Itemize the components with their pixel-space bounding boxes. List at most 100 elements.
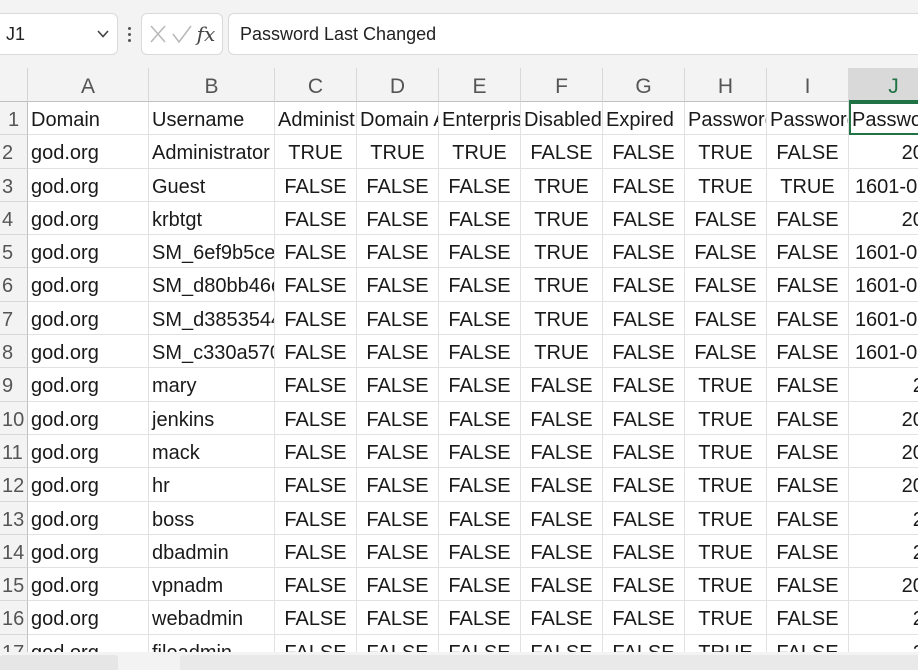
cell-a9[interactable]: god.org	[28, 368, 149, 402]
row-header[interactable]: 16	[0, 601, 28, 635]
sheet-tab-area[interactable]	[0, 655, 118, 670]
cell-c12[interactable]: FALSE	[275, 468, 357, 502]
cell-g14[interactable]: FALSE	[603, 534, 685, 569]
column-header-g[interactable]: G	[603, 68, 685, 102]
cell-b17[interactable]: fileadmin	[149, 634, 275, 652]
cell-c6[interactable]: FALSE	[275, 268, 357, 302]
row-header[interactable]: 13	[0, 501, 28, 535]
cell-h7[interactable]: FALSE	[685, 301, 767, 336]
cell-f3[interactable]: TRUE	[521, 168, 603, 202]
row-header[interactable]: 12	[0, 468, 28, 502]
cell-e15[interactable]: FALSE	[439, 568, 521, 602]
cell-e6[interactable]: FALSE	[439, 268, 521, 302]
cell-b5[interactable]: SM_6ef9b5ce414	[149, 235, 275, 269]
cell-j14[interactable]: 20	[849, 535, 918, 569]
cell-c2[interactable]: TRUE	[275, 135, 357, 169]
cell-e12[interactable]: FALSE	[439, 468, 521, 502]
cell-g16[interactable]: FALSE	[603, 601, 685, 635]
cell-a2[interactable]: god.org	[28, 135, 149, 169]
cell-f12[interactable]: FALSE	[521, 468, 603, 502]
cell-d14[interactable]: FALSE	[357, 534, 439, 569]
select-all-corner[interactable]	[0, 68, 28, 102]
cell-f9[interactable]: FALSE	[521, 368, 603, 402]
cell-c4[interactable]: FALSE	[275, 201, 357, 236]
cell-a7[interactable]: god.org	[28, 301, 149, 336]
cell-c13[interactable]: FALSE	[275, 501, 357, 535]
cell-e4[interactable]: FALSE	[439, 201, 521, 236]
cell-i3[interactable]: TRUE	[767, 168, 849, 202]
cell-g8[interactable]: FALSE	[603, 335, 685, 369]
column-header-a[interactable]: A	[28, 68, 149, 102]
cell-b14[interactable]: dbadmin	[149, 534, 275, 569]
row-header[interactable]: 8	[0, 335, 28, 369]
row-header[interactable]: 3	[0, 168, 28, 202]
cell-h3[interactable]: TRUE	[685, 168, 767, 202]
cell-f10[interactable]: FALSE	[521, 401, 603, 435]
checkmark-icon[interactable]	[170, 14, 194, 54]
cell-b3[interactable]: Guest	[149, 168, 275, 202]
cell-h17[interactable]: TRUE	[685, 634, 767, 652]
cell-j17[interactable]: 20	[849, 635, 918, 652]
cell-c7[interactable]: FALSE	[275, 301, 357, 336]
row-header[interactable]: 14	[0, 534, 28, 569]
cell-b12[interactable]: hr	[149, 468, 275, 502]
cell-c9[interactable]: FALSE	[275, 368, 357, 402]
cell-d4[interactable]: FALSE	[357, 201, 439, 236]
cell-c8[interactable]: FALSE	[275, 335, 357, 369]
cell-g13[interactable]: FALSE	[603, 501, 685, 535]
cell-b6[interactable]: SM_d80bb46e75	[149, 268, 275, 302]
cell-f5[interactable]: TRUE	[521, 235, 603, 269]
cell-j7[interactable]: 1601-01-	[849, 302, 918, 336]
cell-h9[interactable]: TRUE	[685, 368, 767, 402]
cell-i15[interactable]: FALSE	[767, 568, 849, 602]
cell-c14[interactable]: FALSE	[275, 534, 357, 569]
cell-c16[interactable]: FALSE	[275, 601, 357, 635]
row-header[interactable]: 17	[0, 634, 28, 652]
cell-i5[interactable]: FALSE	[767, 235, 849, 269]
cell-j9[interactable]: 20	[849, 368, 918, 402]
cell-e10[interactable]: FALSE	[439, 401, 521, 435]
cell-f16[interactable]: FALSE	[521, 601, 603, 635]
cell-b7[interactable]: SM_d3853544b6	[149, 301, 275, 336]
horizontal-scrollbar[interactable]	[180, 655, 918, 670]
cell-i2[interactable]: FALSE	[767, 135, 849, 169]
cell-g2[interactable]: FALSE	[603, 135, 685, 169]
cell-a10[interactable]: god.org	[28, 401, 149, 435]
fx-icon[interactable]: fx	[194, 14, 218, 54]
cell-b2[interactable]: Administrator	[149, 135, 275, 169]
row-header[interactable]: 10	[0, 401, 28, 435]
cell-b4[interactable]: krbtgt	[149, 201, 275, 236]
cell-h4[interactable]: FALSE	[685, 201, 767, 236]
cell-a16[interactable]: god.org	[28, 601, 149, 635]
cell-a4[interactable]: god.org	[28, 201, 149, 236]
cell-d6[interactable]: FALSE	[357, 268, 439, 302]
cell-c10[interactable]: FALSE	[275, 401, 357, 435]
cell-h13[interactable]: TRUE	[685, 501, 767, 535]
cell-a17[interactable]: god.org	[28, 634, 149, 652]
cell-j12[interactable]: 201	[849, 468, 918, 502]
cell-e13[interactable]: FALSE	[439, 501, 521, 535]
cell-g17[interactable]: FALSE	[603, 634, 685, 652]
cell-i14[interactable]: FALSE	[767, 534, 849, 569]
cell-g12[interactable]: FALSE	[603, 468, 685, 502]
row-header[interactable]: 5	[0, 235, 28, 269]
row-header[interactable]: 4	[0, 201, 28, 236]
cell-h8[interactable]: FALSE	[685, 335, 767, 369]
cell-f8[interactable]: TRUE	[521, 335, 603, 369]
cell-g10[interactable]: FALSE	[603, 401, 685, 435]
cell-e5[interactable]: FALSE	[439, 235, 521, 269]
cell-e16[interactable]: FALSE	[439, 601, 521, 635]
row-header[interactable]: 9	[0, 368, 28, 402]
row-header[interactable]: 2	[0, 135, 28, 169]
chevron-down-icon[interactable]	[95, 14, 111, 54]
cell-d1[interactable]: Domain Admin	[357, 102, 439, 136]
cell-d5[interactable]: FALSE	[357, 235, 439, 269]
cell-c15[interactable]: FALSE	[275, 568, 357, 602]
cell-b13[interactable]: boss	[149, 501, 275, 535]
cell-h10[interactable]: TRUE	[685, 401, 767, 435]
name-box[interactable]: J1	[0, 13, 118, 55]
cell-b11[interactable]: mack	[149, 434, 275, 469]
cell-a14[interactable]: god.org	[28, 534, 149, 569]
cell-g9[interactable]: FALSE	[603, 368, 685, 402]
cell-b8[interactable]: SM_c330a5709f6	[149, 335, 275, 369]
